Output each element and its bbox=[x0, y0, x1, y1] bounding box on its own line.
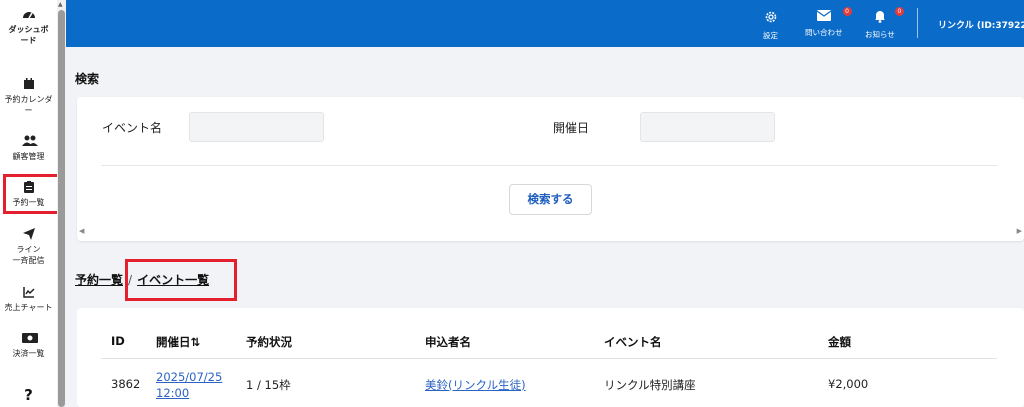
column-header-event: イベント名 bbox=[604, 335, 662, 349]
settings-button[interactable]: 設定 bbox=[763, 10, 778, 41]
cell-id: 3862 bbox=[111, 377, 141, 391]
column-header-id: ID bbox=[111, 334, 125, 348]
column-header-status: 予約状況 bbox=[246, 335, 292, 349]
divider bbox=[101, 165, 997, 166]
search-section-title: 検索 bbox=[75, 72, 100, 86]
event-date-input[interactable] bbox=[640, 112, 775, 142]
breadcrumb-reservations-link[interactable]: 予約一覧 bbox=[75, 273, 123, 287]
sidebar-item-sales-chart[interactable]: 売上チャート bbox=[0, 286, 57, 313]
sidebar-item-label: ダッシュボード bbox=[8, 25, 49, 45]
search-card: イベント名 開催日 検索する ◀ ▶ bbox=[77, 97, 1024, 241]
header-divider bbox=[917, 8, 918, 38]
event-table: ID 開催日⇅ 予約状況 申込者名 イベント名 金額 3862 2025/07/… bbox=[77, 308, 1024, 407]
contact-badge: 0 bbox=[842, 7, 852, 16]
settings-label: 設定 bbox=[763, 31, 778, 40]
cell-date-link[interactable]: 2025/07/25 12:00 bbox=[156, 369, 222, 401]
cell-date-line2: 12:00 bbox=[156, 386, 190, 400]
column-header-amount: 金額 bbox=[828, 335, 851, 349]
header-divider bbox=[101, 358, 997, 359]
scroll-left-icon[interactable]: ◀ bbox=[79, 227, 84, 235]
sidebar-item-label: 顧客管理 bbox=[12, 152, 45, 161]
money-icon bbox=[21, 332, 38, 344]
sidebar-scrollbar[interactable]: ▲ bbox=[57, 0, 66, 407]
chart-icon bbox=[22, 286, 36, 298]
calendar-icon bbox=[22, 78, 36, 90]
cell-amount: ¥2,000 bbox=[828, 377, 869, 391]
cell-status: 1 / 15枠 bbox=[246, 378, 291, 392]
dashboard-icon bbox=[22, 8, 36, 20]
mail-icon: 0 bbox=[805, 7, 852, 24]
sidebar-item-calendar[interactable]: 予約カレンダー bbox=[0, 78, 57, 116]
contact-label: 問い合わせ bbox=[805, 28, 843, 37]
event-name-input[interactable] bbox=[189, 112, 324, 142]
sidebar-item-label: ライン 一斉配信 bbox=[12, 245, 45, 265]
event-name-label: イベント名 bbox=[102, 121, 163, 135]
sidebar-highlight-box bbox=[3, 174, 62, 214]
cell-date-line1: 2025/07/25 bbox=[156, 370, 223, 384]
cell-applicant-link[interactable]: 美鈴(リンクル生徒) bbox=[425, 377, 526, 393]
sidebar-item-payments[interactable]: 決済一覧 bbox=[0, 332, 57, 359]
users-icon bbox=[21, 135, 38, 147]
gear-icon bbox=[763, 10, 778, 27]
event-date-label: 開催日 bbox=[553, 121, 590, 135]
column-header-applicant: 申込者名 bbox=[425, 335, 471, 349]
sidebar-item-dashboard[interactable]: ダッシュボード bbox=[0, 8, 57, 46]
notice-label: お知らせ bbox=[865, 30, 895, 39]
breadcrumb-highlight-box bbox=[125, 259, 237, 301]
horizontal-scrollbar[interactable]: ◀ ▶ bbox=[77, 227, 1024, 239]
search-button[interactable]: 検索する bbox=[509, 184, 592, 215]
bell-icon: 0 bbox=[865, 7, 904, 26]
sidebar-item-label: 売上チャート bbox=[4, 303, 53, 312]
notice-button[interactable]: 0 お知らせ bbox=[865, 7, 904, 40]
scroll-right-icon[interactable]: ▶ bbox=[1017, 227, 1022, 235]
user-menu[interactable]: リンクル (ID:37922) bbox=[938, 18, 1024, 31]
contact-button[interactable]: 0 問い合わせ bbox=[805, 7, 852, 38]
notice-badge: 0 bbox=[894, 7, 904, 16]
help-icon[interactable]: ? bbox=[0, 386, 57, 404]
sidebar-item-customers[interactable]: 顧客管理 bbox=[0, 135, 57, 162]
column-header-date[interactable]: 開催日⇅ bbox=[156, 334, 200, 350]
sidebar: ダッシュボード 予約カレンダー 顧客管理 予約一覧 ライン 一斉配信 売上チャー… bbox=[0, 0, 66, 407]
scrollbar-thumb[interactable] bbox=[58, 10, 65, 407]
sidebar-item-line-broadcast[interactable]: ライン 一斉配信 bbox=[0, 228, 57, 266]
sidebar-item-label: 決済一覧 bbox=[12, 349, 45, 358]
scroll-up-icon[interactable]: ▲ bbox=[58, 1, 63, 8]
cell-event-name: リンクル特別講座 bbox=[604, 378, 696, 392]
sidebar-item-label: 予約カレンダー bbox=[4, 95, 53, 115]
send-icon bbox=[22, 228, 36, 240]
top-bar: 設定 0 問い合わせ 0 お知らせ リンクル (ID:37922) bbox=[66, 0, 1024, 47]
